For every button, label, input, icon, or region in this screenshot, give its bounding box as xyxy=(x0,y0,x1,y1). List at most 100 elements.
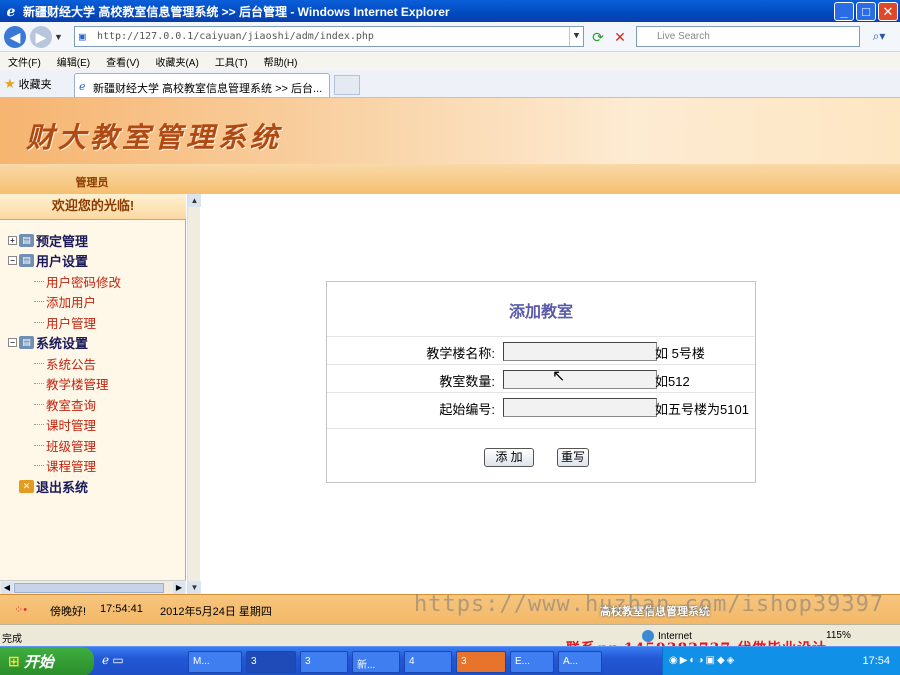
stop-icon[interactable]: ✕ xyxy=(610,27,630,47)
tree-line xyxy=(34,444,44,446)
scroll-thumb[interactable] xyxy=(14,583,164,593)
browser-tab[interactable]: ℯ 新疆财经大学 高校教室信息管理系统 >> 后台... xyxy=(74,73,330,97)
folder-icon: ▤ xyxy=(19,233,34,247)
clock-text: 17:54:41 xyxy=(100,603,143,615)
start-button[interactable]: ⊞ 开始 xyxy=(0,647,94,675)
collapse-icon[interactable]: − xyxy=(8,256,17,266)
exit-icon: ✕ xyxy=(19,479,34,493)
address-toolbar: ◀ ▶ ▼ ▣ http://127.0.0.1/caiyuan/jiaoshi… xyxy=(0,22,900,52)
taskbar-item-2[interactable]: 3 xyxy=(246,651,296,673)
taskbar-item-5[interactable]: 4 xyxy=(404,651,452,673)
nav-item-change-password[interactable]: 用户密码修改 xyxy=(8,271,178,292)
address-bar[interactable]: ▣ http://127.0.0.1/caiyuan/jiaoshi/adm/i… xyxy=(74,26,584,47)
address-dropdown-icon[interactable]: ▼ xyxy=(569,27,583,46)
nav-item-label: 教室查询 xyxy=(46,398,97,413)
building-label: 教学楼名称: xyxy=(426,346,495,361)
tree-line xyxy=(34,362,44,364)
sidebar-vertical-scrollbar[interactable]: ▲ ▼ xyxy=(187,194,201,594)
tray-clock: 17:54 xyxy=(862,655,890,667)
folder-icon: ▤ xyxy=(19,336,34,350)
nav-item-classroom-query[interactable]: 教室查询 xyxy=(8,394,178,415)
new-tab-button[interactable] xyxy=(334,75,360,95)
admin-label: 管理员 xyxy=(75,177,109,189)
star-icon: ★ xyxy=(4,76,16,91)
scroll-up-icon[interactable]: ▲ xyxy=(188,194,201,207)
zoom-level[interactable]: 115% xyxy=(826,630,851,641)
ie-icon: ℯ xyxy=(6,3,16,19)
reset-button[interactable]: 重写 xyxy=(557,448,589,467)
menu-favorites[interactable]: 收藏夹(A) xyxy=(147,54,206,69)
classroom-count-input[interactable] xyxy=(503,370,657,389)
nav-item-user-management[interactable]: 用户管理 xyxy=(8,312,178,333)
taskbar-item-7[interactable]: E... xyxy=(510,651,554,673)
nav-item-announcement[interactable]: 系统公告 xyxy=(8,353,178,374)
scroll-left-icon[interactable]: ◀ xyxy=(1,582,13,594)
favorites-label: 收藏夹 xyxy=(18,79,52,91)
nav-user-settings[interactable]: − ▤ 用户设置 xyxy=(8,251,178,272)
window-titlebar: ℯ 新疆财经大学 高校教室信息管理系统 >> 后台管理 - Windows In… xyxy=(0,0,900,22)
start-number-hint: 如五号楼为5101 xyxy=(655,402,749,417)
menu-view[interactable]: 查看(V) xyxy=(98,54,147,69)
nav-item-label: 用户密码修改 xyxy=(46,275,122,290)
nav-system-settings[interactable]: − ▤ 系统设置 xyxy=(8,333,178,354)
taskbar-item-4[interactable]: 新... xyxy=(352,651,400,673)
windows-flag-icon: ⊞ xyxy=(8,653,20,669)
nav-system-settings-label: 系统设置 xyxy=(36,336,89,352)
tree-line xyxy=(34,383,44,385)
add-classroom-form: 添加教室 教学楼名称: 如 5号楼 教室数量: 如512 起始编号: 如五号楼为… xyxy=(326,281,756,483)
page-icon: ▣ xyxy=(79,29,86,43)
search-input[interactable]: Live Search xyxy=(636,26,860,47)
scroll-right-icon[interactable]: ▶ xyxy=(173,582,185,594)
quick-launch-icons[interactable]: ℯ ▭ xyxy=(102,653,124,667)
status-icon: ⁘• xyxy=(14,604,28,616)
search-icon[interactable]: ⌕▾ xyxy=(864,26,894,47)
main-content: 添加教室 教学楼名称: 如 5号楼 教室数量: 如512 起始编号: 如五号楼为… xyxy=(201,194,900,594)
welcome-text: 欢迎您的光临! xyxy=(0,194,186,220)
nav-item-building-management[interactable]: 教学楼管理 xyxy=(8,374,178,395)
close-button[interactable]: ✕ xyxy=(878,1,898,21)
building-name-input[interactable] xyxy=(503,342,657,361)
form-title: 添加教室 xyxy=(508,304,573,321)
favorites-button[interactable]: ★ 收藏夹 xyxy=(4,76,52,92)
nav-item-label: 教学楼管理 xyxy=(46,378,109,393)
minimize-button[interactable]: _ xyxy=(834,1,854,21)
menu-help[interactable]: 帮助(H) xyxy=(256,54,306,69)
nav-item-label: 添加用户 xyxy=(46,296,97,311)
watermark-url: https://www.huzhan.com/ishop39397 xyxy=(414,592,885,617)
taskbar-item-3[interactable]: 3 xyxy=(300,651,348,673)
menu-edit[interactable]: 编辑(E) xyxy=(49,54,98,69)
menu-tools[interactable]: 工具(T) xyxy=(207,54,256,69)
tree-line xyxy=(34,301,44,303)
form-row-building: 教学楼名称: 如 5号楼 xyxy=(327,336,755,364)
nav-logout[interactable]: ✕ 退出系统 xyxy=(8,476,178,497)
nav-item-period-management[interactable]: 课时管理 xyxy=(8,415,178,436)
tray-icons[interactable]: ◉▶◐◑▣◆◈ xyxy=(669,655,736,666)
tab-title: 新疆财经大学 高校教室信息管理系统 >> 后台... xyxy=(93,83,323,95)
history-dropdown-icon[interactable]: ▼ xyxy=(54,32,66,42)
collapse-icon[interactable]: − xyxy=(8,338,17,348)
nav-booking[interactable]: + ▤ 预定管理 xyxy=(8,230,178,251)
system-tray: ◉▶◐◑▣◆◈ 17:54 xyxy=(662,647,900,675)
nav-item-class-management[interactable]: 班级管理 xyxy=(8,435,178,456)
taskbar-item-8[interactable]: A... xyxy=(558,651,602,673)
refresh-icon[interactable]: ⟳ xyxy=(588,27,608,47)
sidebar-horizontal-scrollbar[interactable]: ◀ ▶ xyxy=(0,580,186,594)
scroll-down-icon[interactable]: ▼ xyxy=(188,581,201,594)
back-button[interactable]: ◀ xyxy=(4,25,26,48)
tree-line xyxy=(34,321,44,323)
expand-icon[interactable]: + xyxy=(8,235,17,245)
maximize-button[interactable]: □ xyxy=(856,1,876,21)
taskbar-item-6[interactable]: 3 xyxy=(456,651,506,673)
form-row-count: 教室数量: 如512 xyxy=(327,364,755,392)
nav-item-add-user[interactable]: 添加用户 xyxy=(8,292,178,313)
nav-booking-label: 预定管理 xyxy=(36,233,89,249)
start-number-input[interactable] xyxy=(503,398,657,417)
taskbar-item-1[interactable]: M... xyxy=(188,651,242,673)
address-text: http://127.0.0.1/caiyuan/jiaoshi/adm/ind… xyxy=(97,31,374,42)
forward-button[interactable]: ▶ xyxy=(30,25,52,48)
nav-item-course-management[interactable]: 课程管理 xyxy=(8,456,178,477)
nav-user-settings-label: 用户设置 xyxy=(36,254,89,270)
menu-file[interactable]: 文件(F) xyxy=(0,54,49,69)
mouse-cursor-icon: ↖ xyxy=(552,368,566,385)
add-button[interactable]: 添 加 xyxy=(484,448,534,467)
